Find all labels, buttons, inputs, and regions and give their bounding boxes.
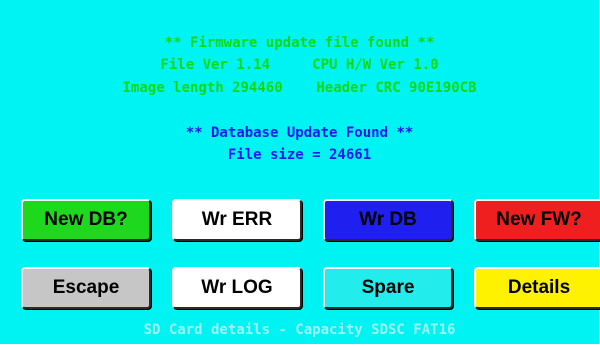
wr-err-button[interactable]: Wr ERR bbox=[172, 199, 302, 241]
device-screen: ** Firmware update file found ** File Ve… bbox=[0, 0, 600, 344]
database-file-size: File size = 24661 bbox=[227, 147, 372, 163]
wr-log-button[interactable]: Wr LOG bbox=[172, 267, 302, 309]
escape-button[interactable]: Escape bbox=[21, 267, 151, 309]
database-header: ** Database Update Found ** bbox=[185, 125, 414, 141]
new-fw-button[interactable]: New FW? bbox=[474, 199, 600, 241]
details-button[interactable]: Details bbox=[474, 267, 600, 309]
sd-card-details: SD Card details - Capacity SDSC FAT16 bbox=[143, 322, 456, 338]
firmware-header: ** Firmware update file found ** bbox=[164, 35, 435, 51]
new-db-button[interactable]: New DB? bbox=[21, 199, 151, 241]
spare-button[interactable]: Spare bbox=[323, 267, 453, 309]
wr-db-button[interactable]: Wr DB bbox=[323, 199, 453, 241]
firmware-image-info: Image length 294460 Header CRC 90E190CB bbox=[122, 80, 477, 96]
firmware-versions: File Ver 1.14 CPU H/W Ver 1.0 bbox=[160, 57, 439, 73]
